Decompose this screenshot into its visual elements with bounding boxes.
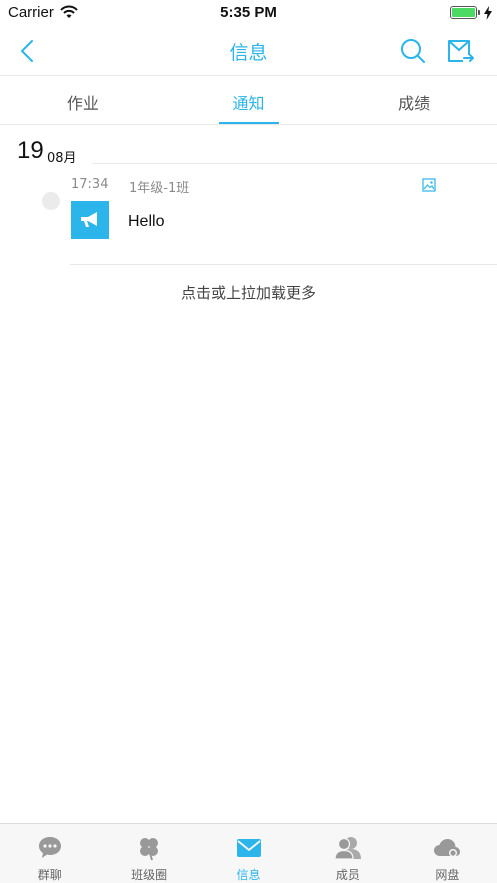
chat-bubble-icon: [36, 834, 64, 862]
chevron-left-icon: [21, 40, 33, 62]
message-time: 17:34: [71, 177, 109, 192]
tab-notice[interactable]: 通知: [166, 76, 332, 124]
battery-icon: [450, 6, 477, 19]
date-day: 19: [17, 137, 44, 164]
tab-bar-label: 班级圈: [131, 868, 168, 882]
tab-homework[interactable]: 作业: [0, 76, 166, 124]
cloud-icon: [433, 834, 461, 862]
search-button[interactable]: [398, 36, 428, 66]
envelope-icon: [235, 834, 263, 862]
megaphone-icon: [71, 201, 109, 239]
tab-members[interactable]: 成员: [298, 824, 397, 883]
charging-icon: [484, 5, 492, 24]
status-bar: Carrier 5:35 PM: [0, 0, 497, 26]
unread-dot: [42, 192, 60, 210]
tab-label: 成绩: [398, 94, 431, 113]
mail-forward-icon: [448, 40, 474, 62]
image-icon: [422, 178, 436, 192]
segment-tabs: 作业 通知 成绩: [0, 76, 497, 125]
date-header: 19 08月: [0, 137, 497, 167]
tab-bar-label: 信息: [236, 868, 261, 882]
active-tab-indicator: [218, 122, 279, 124]
bottom-tab-bar: 群聊 班级圈 信息 成员 网盘: [0, 823, 497, 883]
tab-group-chat[interactable]: 群聊: [0, 824, 99, 883]
search-icon: [401, 39, 425, 63]
tab-cloud-drive[interactable]: 网盘: [398, 824, 497, 883]
tab-label: 作业: [66, 94, 99, 113]
message-text: Hello: [128, 213, 165, 230]
divider: [70, 264, 497, 265]
list-item[interactable]: 17:34 1年级-1班 Hello: [0, 170, 497, 266]
tab-class-circle[interactable]: 班级圈: [99, 824, 198, 883]
date-month: 08月: [47, 151, 77, 166]
nav-bar: 信息: [0, 26, 497, 76]
back-button[interactable]: [12, 36, 42, 66]
tab-bar-label: 群聊: [37, 868, 62, 882]
load-more-button[interactable]: 点击或上拉加载更多: [0, 282, 497, 303]
clover-icon: [135, 834, 163, 862]
tab-bar-label: 成员: [335, 868, 360, 882]
tab-label: 通知: [232, 94, 265, 113]
tab-grades[interactable]: 成绩: [331, 76, 497, 124]
divider: [92, 163, 497, 164]
battery-tip: [478, 10, 480, 15]
tab-messages[interactable]: 信息: [199, 824, 298, 883]
tab-bar-label: 网盘: [435, 868, 460, 882]
message-class: 1年级-1班: [129, 181, 190, 196]
clock: 5:35 PM: [220, 4, 277, 21]
people-icon: [334, 834, 362, 862]
send-message-button[interactable]: [445, 36, 477, 66]
